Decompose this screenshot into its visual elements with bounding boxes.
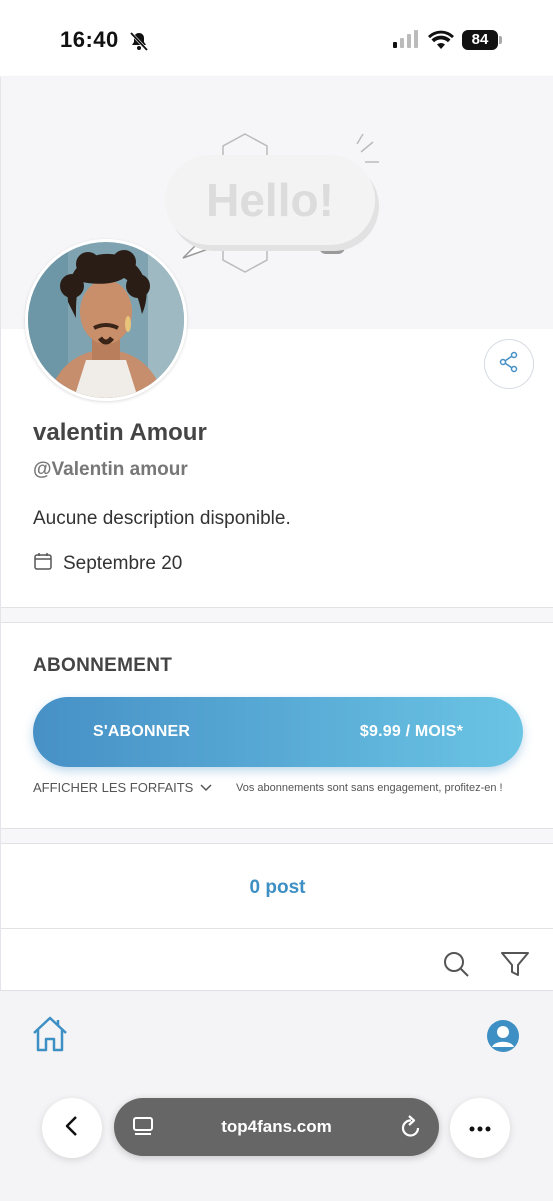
search-icon[interactable]	[442, 950, 470, 983]
subscription-title: ABONNEMENT	[33, 655, 173, 676]
battery-tip	[499, 36, 502, 44]
back-button[interactable]	[42, 1098, 102, 1158]
clock: 16:40	[60, 27, 119, 52]
bottom-navigation: top4fans.com	[0, 990, 553, 1201]
bell-muted-icon	[128, 30, 150, 57]
joined-date: Septembre 20	[33, 551, 182, 576]
show-plans-link[interactable]: AFFICHER LES FORFAITS	[33, 780, 213, 795]
ellipsis-icon	[469, 1119, 491, 1137]
subscription-note: Vos abonnements sont sans engagement, pr…	[236, 782, 503, 794]
profile-name: valentin Amour	[33, 419, 207, 446]
profile-handle: @Valentin amour	[33, 459, 188, 480]
wifi-icon	[428, 30, 454, 55]
battery-indicator: 84	[462, 30, 498, 50]
avatar	[25, 239, 187, 401]
profile-page: Hello! valentin Amour @Valentin amour Au…	[0, 77, 553, 990]
address-bar[interactable]: top4fans.com	[114, 1098, 439, 1156]
url-text: top4fans.com	[221, 1117, 332, 1136]
show-plans-label: AFFICHER LES FORFAITS	[33, 780, 194, 795]
subscribe-button[interactable]: S'ABONNER $9.99 / MOIS*	[33, 697, 523, 767]
chevron-down-icon	[199, 780, 213, 795]
posts-count[interactable]: 0 post	[1, 877, 553, 899]
filter-icon[interactable]	[500, 950, 530, 983]
hello-bubble: Hello!	[165, 155, 375, 245]
cellular-signal-icon	[393, 30, 419, 53]
divider	[1, 928, 553, 929]
more-options-button[interactable]	[450, 1098, 510, 1158]
status-bar: 16:40 84	[0, 0, 553, 76]
joined-date-text: Septembre 20	[63, 552, 183, 574]
section-divider	[1, 828, 553, 844]
share-icon	[498, 351, 520, 378]
share-button[interactable]	[484, 339, 534, 389]
reload-icon[interactable]	[400, 1115, 422, 1144]
subscription-price: $9.99 / MOIS*	[359, 723, 463, 740]
account-icon[interactable]	[486, 1019, 520, 1058]
subscribe-label: S'ABONNER	[93, 723, 191, 740]
profile-description: Aucune description disponible.	[33, 508, 291, 529]
section-divider	[1, 607, 553, 623]
post-tools	[442, 950, 530, 983]
home-icon[interactable]	[30, 1015, 70, 1058]
calendar-icon	[33, 551, 53, 576]
chevron-left-icon	[64, 1115, 80, 1142]
